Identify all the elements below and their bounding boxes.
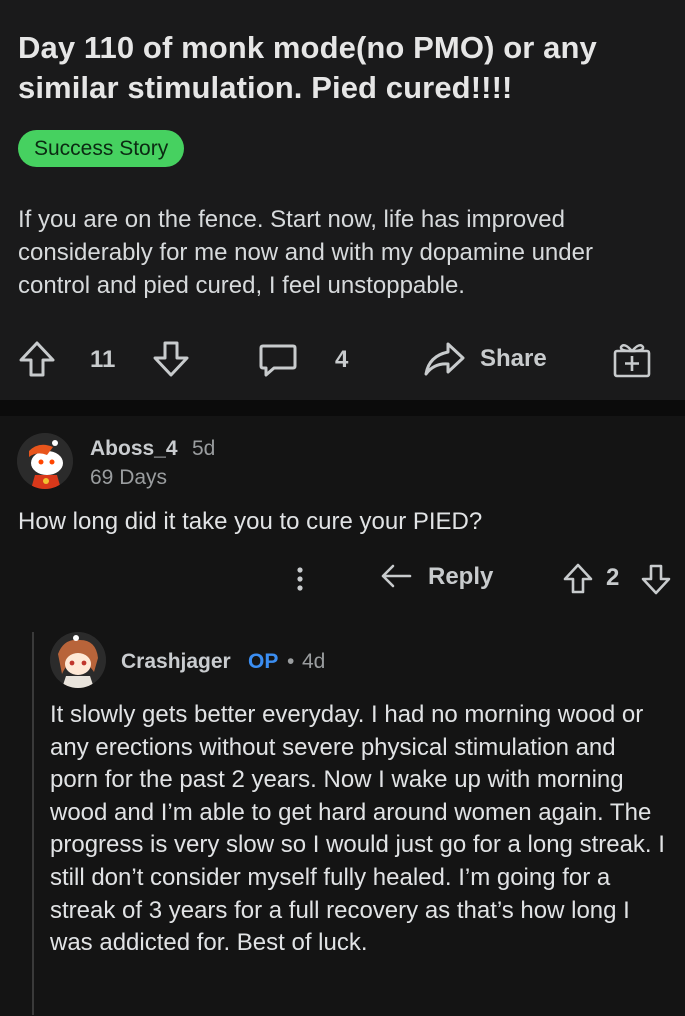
award-icon: [613, 344, 651, 378]
comment-username[interactable]: Crashjager: [121, 650, 231, 674]
reply-label: Reply: [428, 563, 494, 590]
downvote-icon: [153, 341, 189, 377]
comment-icon: [259, 344, 297, 377]
award-button[interactable]: [612, 340, 652, 378]
comment-text: It slowly gets better everyday. I had no…: [50, 701, 665, 957]
post-separator: [0, 400, 685, 416]
comment-upvote-button[interactable]: [563, 563, 593, 600]
comment-downvote-button[interactable]: [641, 563, 671, 600]
snoo-avatar-icon: [17, 433, 73, 489]
post-flair[interactable]: Success Story: [18, 130, 185, 167]
reply-icon: [381, 564, 412, 588]
thread-line[interactable]: [32, 632, 34, 1015]
snoo-avatar-icon: [50, 632, 106, 688]
post-card: Day 110 of monk mode(no PMO) or any simi…: [0, 0, 685, 400]
meta-separator: •: [287, 650, 295, 673]
upvote-icon: [19, 341, 55, 377]
avatar[interactable]: [50, 632, 106, 688]
post-title[interactable]: Day 110 of monk mode(no PMO) or any simi…: [18, 28, 668, 108]
comment-age: 4d: [302, 650, 326, 673]
post-body: If you are on the fence. Start now, life…: [18, 206, 593, 299]
post-vote-count: 11: [90, 346, 116, 373]
upvote-icon: [563, 563, 593, 594]
share-button[interactable]: Share: [422, 340, 547, 378]
comment-age: 5d: [192, 437, 216, 460]
share-label: Share: [480, 345, 547, 372]
op-badge: OP: [248, 650, 279, 673]
downvote-button[interactable]: [152, 340, 190, 378]
comment-vote-count: 2: [606, 564, 620, 591]
comment-text: How long did it take you to cure your PI…: [18, 508, 483, 535]
downvote-icon: [641, 564, 671, 595]
comment-username[interactable]: Aboss_4: [90, 437, 178, 461]
more-options-button[interactable]: [291, 565, 309, 593]
upvote-button[interactable]: [18, 340, 56, 378]
user-flair: 69 Days: [90, 466, 168, 489]
reply-button[interactable]: Reply: [380, 562, 493, 592]
post-actions: 11 4 Share: [0, 330, 685, 390]
avatar[interactable]: [17, 433, 73, 489]
share-icon: [424, 342, 465, 376]
more-vertical-icon: [297, 567, 303, 591]
comment-count: 4: [335, 346, 349, 373]
comments-button[interactable]: [258, 342, 298, 378]
